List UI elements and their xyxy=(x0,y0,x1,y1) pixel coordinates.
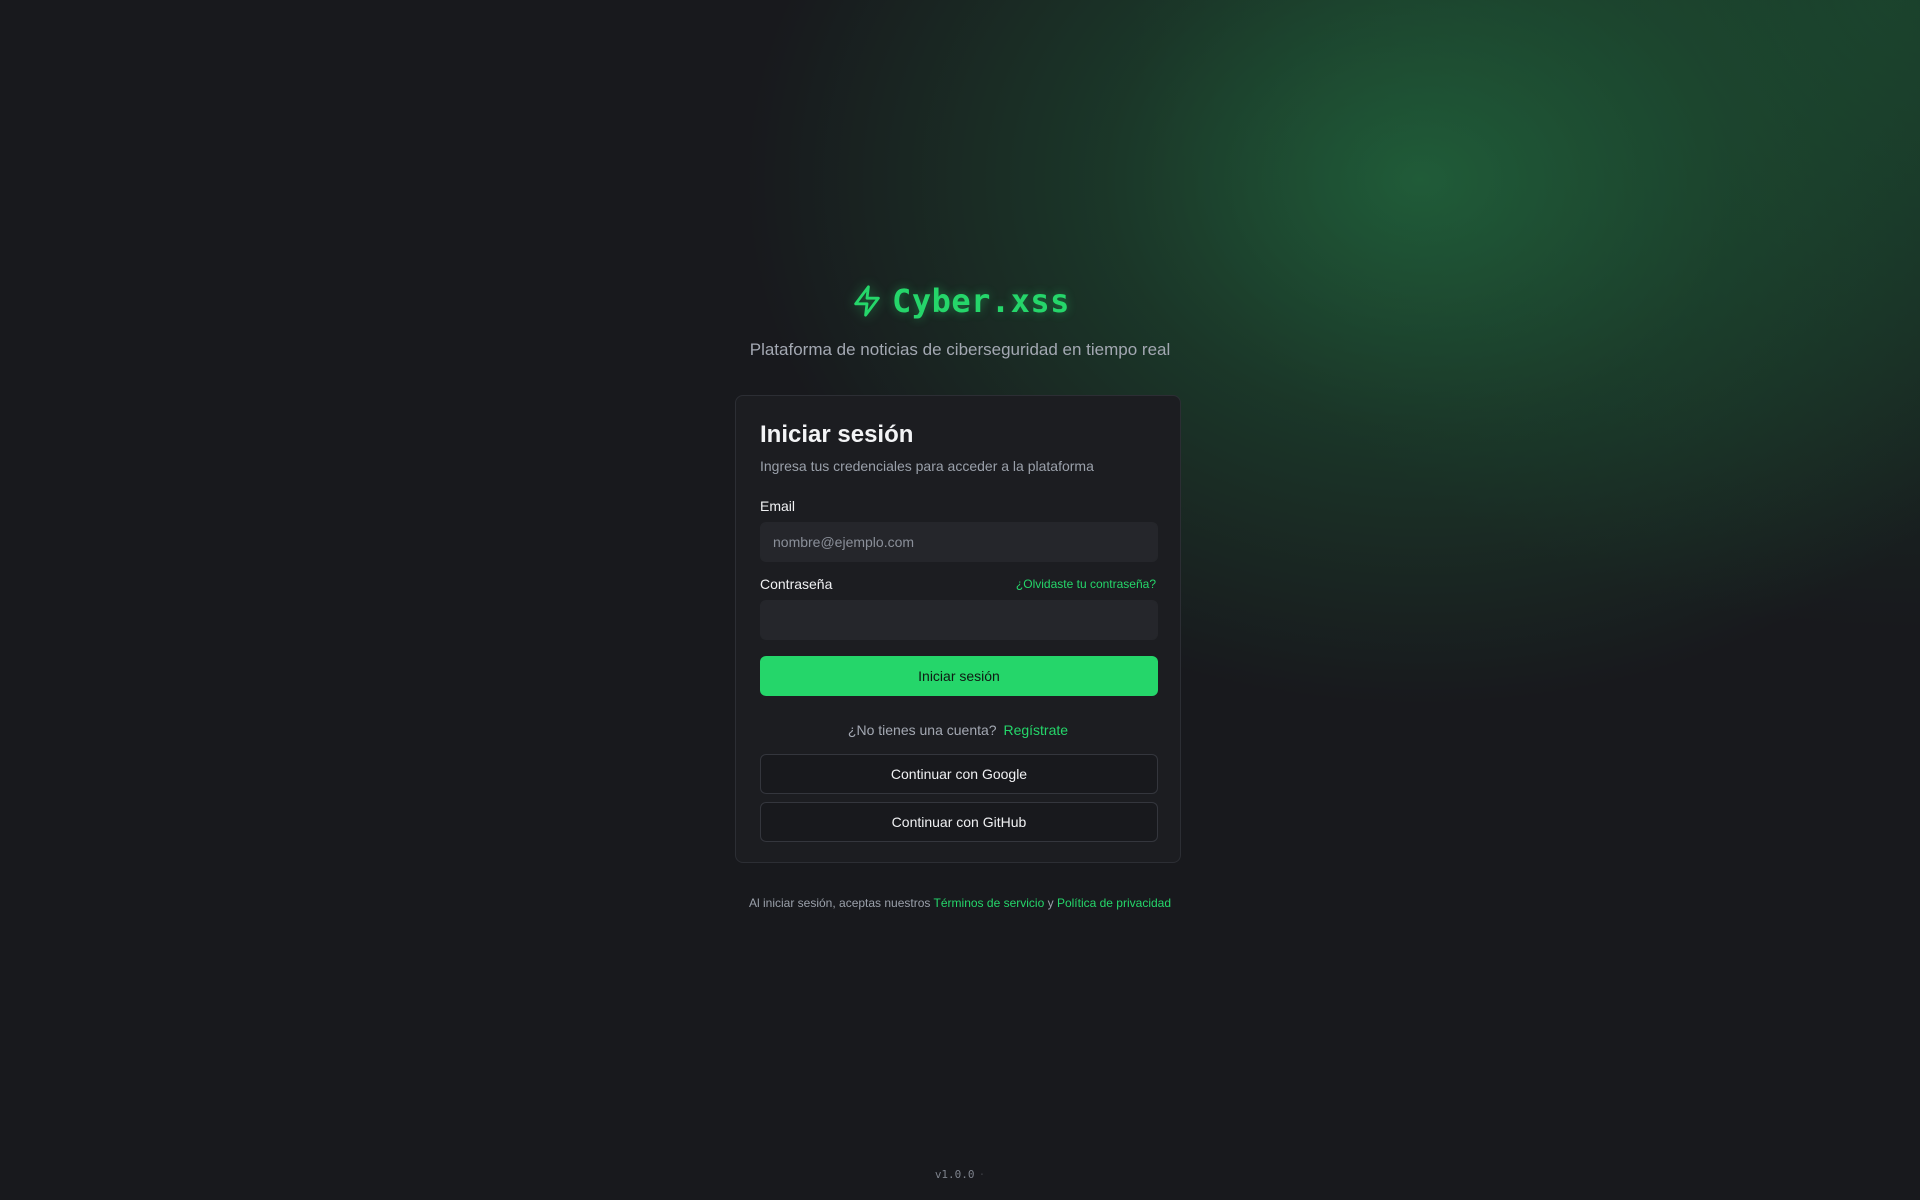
password-label: Contraseña xyxy=(760,576,833,592)
terms-conjunction: y xyxy=(1047,896,1054,910)
email-label-row: Email xyxy=(760,498,1156,514)
google-login-button[interactable]: Continuar con Google xyxy=(760,754,1158,794)
login-title: Iniciar sesión xyxy=(760,421,914,448)
signup-prompt: ¿No tienes una cuenta? xyxy=(847,722,997,738)
email-field[interactable] xyxy=(760,522,1158,562)
lightning-bolt-icon xyxy=(850,284,884,318)
login-subtitle: Ingresa tus credenciales para acceder a … xyxy=(760,458,1094,474)
brand-tagline: Plataforma de noticias de ciberseguridad… xyxy=(749,340,1171,359)
terms-prefix: Al iniciar sesión, aceptas nuestros xyxy=(748,896,931,910)
signup-row: ¿No tienes una cuenta? Regístrate xyxy=(760,722,1156,738)
version-separator: · xyxy=(978,1168,986,1181)
login-page: Cyber.xss Plataforma de noticias de cibe… xyxy=(0,0,1920,1200)
login-button[interactable]: Iniciar sesión xyxy=(760,656,1158,696)
password-field[interactable] xyxy=(760,600,1158,640)
brand-name: Cyber.xss xyxy=(892,282,1070,320)
signup-link[interactable]: Regístrate xyxy=(1003,722,1068,738)
github-login-button[interactable]: Continuar con GitHub xyxy=(760,802,1158,842)
forgot-password-link[interactable]: ¿Olvidaste tu contraseña? xyxy=(1016,577,1156,591)
version-footer: v1.0.0 · xyxy=(0,1168,1920,1181)
email-label: Email xyxy=(760,498,796,514)
brand-header: Cyber.xss xyxy=(0,282,1920,320)
password-label-row: Contraseña ¿Olvidaste tu contraseña? xyxy=(760,576,1156,592)
login-card: Iniciar sesión Ingresa tus credenciales … xyxy=(735,395,1181,863)
privacy-policy-link[interactable]: Política de privacidad xyxy=(1057,896,1171,910)
terms-of-service-link[interactable]: Términos de servicio xyxy=(934,896,1045,910)
terms-notice: Al iniciar sesión, aceptas nuestros Térm… xyxy=(0,896,1920,910)
version-label: v1.0.0 xyxy=(934,1168,975,1181)
